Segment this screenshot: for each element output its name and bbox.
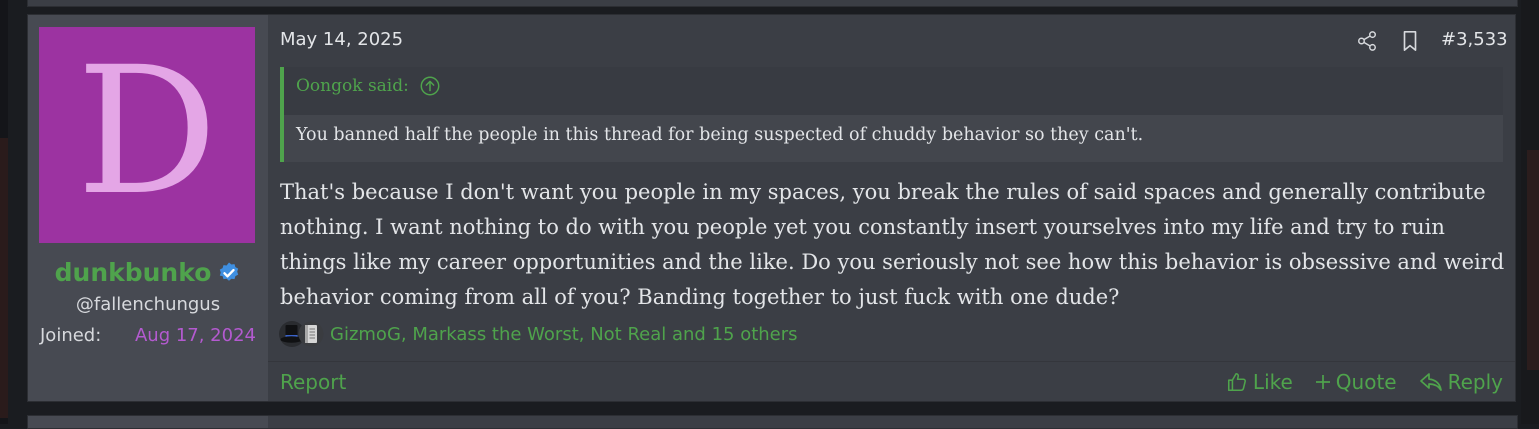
user-info-panel: D dunkbunko @fallenchungus Joined: Aug 1… bbox=[28, 15, 268, 401]
next-post-user-cell bbox=[28, 416, 268, 428]
quote-body: You banned half the people in this threa… bbox=[284, 115, 1503, 162]
post-actions: Like Quote Reply bbox=[1226, 370, 1503, 394]
previous-post-edge bbox=[27, 0, 1518, 7]
bookmark-icon[interactable] bbox=[1400, 30, 1420, 52]
post-message: That's because I don't want you people i… bbox=[280, 180, 1505, 309]
forum-post: D dunkbunko @fallenchungus Joined: Aug 1… bbox=[27, 14, 1516, 402]
avatar[interactable]: D bbox=[39, 27, 255, 243]
joined-date: Aug 17, 2024 bbox=[134, 325, 256, 346]
reaction-icons bbox=[278, 320, 324, 348]
thumbs-up-icon bbox=[1227, 372, 1246, 392]
reactions-bar[interactable]: GizmoG, Markass the Worst, Not Real and … bbox=[278, 320, 798, 348]
post-footer: Report Like Quote Reply bbox=[268, 361, 1515, 402]
username[interactable]: dunkbunko bbox=[55, 258, 212, 287]
post-main: May 14, 2025 #3,533 Oongok said: You ban… bbox=[268, 15, 1515, 401]
post-date[interactable]: May 14, 2025 bbox=[280, 29, 403, 50]
page-right-edge bbox=[1521, 0, 1539, 424]
right-edge-strip bbox=[1527, 150, 1539, 370]
user-handle: @fallenchungus bbox=[75, 294, 221, 315]
like-button[interactable]: Like bbox=[1226, 370, 1293, 394]
like-label: Like bbox=[1252, 370, 1293, 394]
quote-block: Oongok said: You banned half the people … bbox=[280, 67, 1503, 162]
quote-text: You banned half the people in this threa… bbox=[296, 125, 1144, 145]
post-number-link[interactable]: #3,533 bbox=[1441, 29, 1508, 50]
quote-button[interactable]: Quote bbox=[1315, 370, 1397, 394]
reply-button[interactable]: Reply bbox=[1419, 370, 1503, 394]
plus-icon bbox=[1315, 375, 1330, 389]
reaction-list[interactable]: GizmoG, Markass the Worst, Not Real and … bbox=[330, 324, 798, 345]
username-row: dunkbunko bbox=[28, 258, 268, 287]
reply-arrow-icon bbox=[1419, 373, 1442, 391]
joined-label: Joined: bbox=[40, 325, 102, 346]
quote-header[interactable]: Oongok said: bbox=[296, 75, 441, 97]
arrow-up-circle-icon[interactable] bbox=[419, 75, 441, 97]
share-icon[interactable] bbox=[1356, 30, 1378, 52]
verified-badge-icon bbox=[220, 262, 239, 281]
quote-author[interactable]: Oongok said: bbox=[296, 76, 409, 96]
quote-label: Quote bbox=[1335, 370, 1397, 394]
reply-label: Reply bbox=[1447, 370, 1503, 394]
report-link[interactable]: Report bbox=[280, 370, 346, 394]
scroll-icon bbox=[298, 321, 324, 347]
page-left-edge bbox=[0, 0, 8, 424]
left-edge-strip bbox=[0, 138, 8, 418]
avatar-letter: D bbox=[76, 29, 218, 234]
next-post-edge bbox=[27, 415, 1518, 429]
